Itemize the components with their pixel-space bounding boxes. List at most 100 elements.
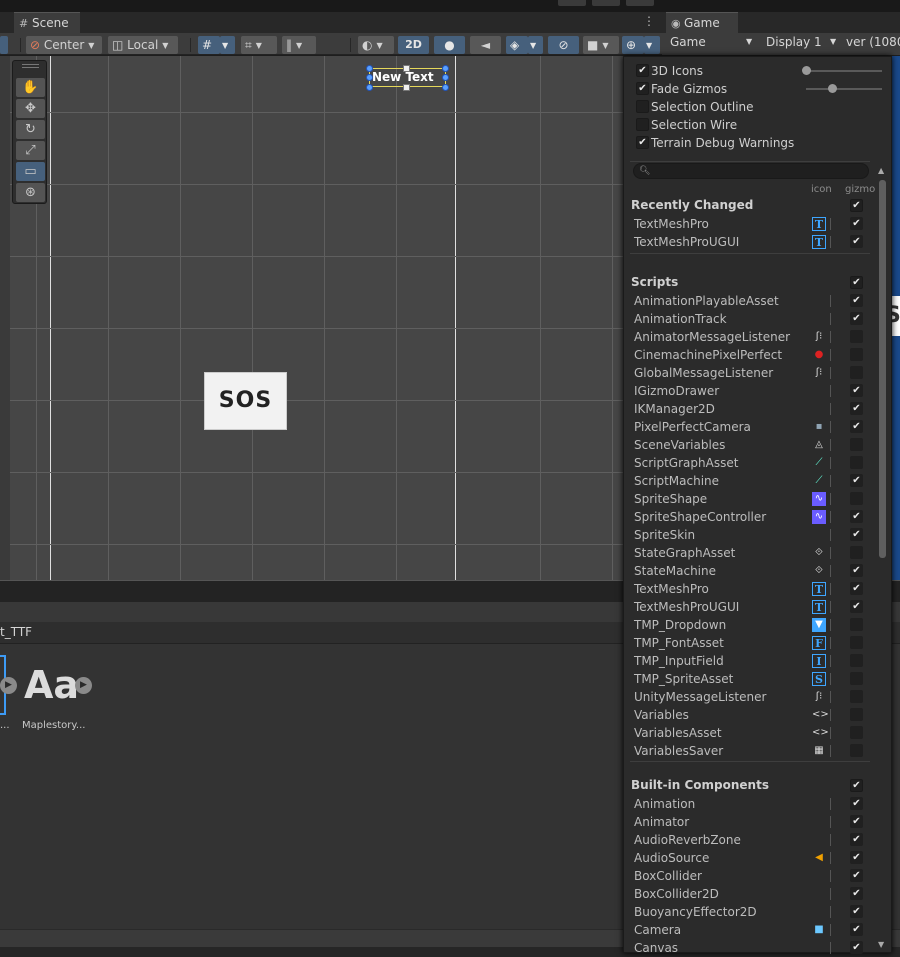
gizmo-row[interactable]: TMP_InputField I bbox=[624, 652, 873, 670]
gizmo-checkbox[interactable] bbox=[850, 618, 863, 631]
gizmo-checkbox[interactable]: ✔ bbox=[850, 384, 863, 397]
gizmo-checkbox[interactable] bbox=[850, 366, 863, 379]
gizmo-row[interactable]: Camera ■ ✔ bbox=[624, 921, 873, 939]
grid-snap-button[interactable]: # bbox=[198, 36, 220, 54]
gizmo-row[interactable]: VariablesAsset <> bbox=[624, 724, 873, 742]
gizmo-checkbox[interactable] bbox=[850, 708, 863, 721]
more-options-icon[interactable]: ⋮ bbox=[643, 14, 657, 28]
gizmo-option[interactable]: ✔ Fade Gizmos bbox=[634, 80, 804, 98]
gizmo-checkbox[interactable]: ✔ bbox=[850, 905, 863, 918]
scroll-up-icon[interactable]: ▲ bbox=[878, 166, 884, 175]
slider-knob[interactable] bbox=[802, 66, 811, 75]
gizmo-row[interactable]: TextMeshPro T ✔ bbox=[624, 580, 873, 598]
gizmo-search-input[interactable]: 🔍︎ bbox=[633, 163, 869, 179]
gizmo-row[interactable]: SpriteShapeController ∿ ✔ bbox=[624, 508, 873, 526]
corner-handle[interactable] bbox=[442, 65, 449, 72]
gizmo-checkbox[interactable]: ✔ bbox=[850, 312, 863, 325]
font-asset-tile[interactable]: Aa bbox=[24, 663, 79, 707]
checkbox[interactable] bbox=[636, 118, 649, 131]
gizmo-row[interactable]: IKManager2D ✔ bbox=[624, 400, 873, 418]
gizmo-row[interactable]: AnimatorMessageListener ʃ⁝ bbox=[624, 328, 873, 346]
scroll-thumb[interactable] bbox=[879, 180, 886, 558]
hand-tool-button[interactable]: ✋ bbox=[16, 78, 45, 97]
corner-handle[interactable] bbox=[442, 84, 449, 91]
gizmo-checkbox[interactable]: ✔ bbox=[850, 797, 863, 810]
gizmo-checkbox[interactable]: ✔ bbox=[850, 815, 863, 828]
gizmo-checkbox[interactable]: ✔ bbox=[850, 510, 863, 523]
gizmo-row[interactable]: SceneVariables ◬ bbox=[624, 436, 873, 454]
icon-size-slider[interactable] bbox=[806, 70, 882, 72]
edge-handle[interactable] bbox=[366, 74, 373, 81]
game-view-dropdown[interactable]: Game ▼ bbox=[666, 33, 754, 55]
gizmo-option[interactable]: ✔ Terrain Debug Warnings bbox=[634, 134, 804, 152]
edge-handle[interactable] bbox=[403, 84, 410, 91]
gizmos-toggle[interactable]: ⊕ bbox=[622, 36, 644, 54]
gizmo-row[interactable]: TextMeshPro T ✔ bbox=[624, 215, 873, 233]
gizmo-checkbox[interactable] bbox=[850, 654, 863, 667]
gizmo-row[interactable]: TMP_SpriteAsset S bbox=[624, 670, 873, 688]
camera-settings-dropdown[interactable]: ■ ▼ bbox=[583, 36, 619, 54]
drag-handle[interactable] bbox=[22, 64, 39, 68]
section-checkbox[interactable]: ✔ bbox=[850, 779, 863, 792]
gizmo-option[interactable]: Selection Outline bbox=[634, 98, 804, 116]
gizmo-checkbox[interactable]: ✔ bbox=[850, 941, 863, 954]
effects-toggle[interactable]: ◈ bbox=[506, 36, 528, 54]
gizmo-checkbox[interactable] bbox=[850, 546, 863, 559]
edge-handle[interactable] bbox=[403, 65, 410, 72]
corner-handle[interactable] bbox=[366, 84, 373, 91]
tab-scene[interactable]: # Scene bbox=[14, 12, 80, 33]
tab-game[interactable]: ◉ Game bbox=[666, 12, 738, 33]
gizmo-checkbox[interactable] bbox=[850, 492, 863, 505]
gizmo-checkbox[interactable] bbox=[850, 726, 863, 739]
gizmo-checkbox[interactable] bbox=[850, 744, 863, 757]
sos-sprite[interactable]: SOS bbox=[204, 372, 287, 430]
gizmo-option[interactable]: ✔ 3D Icons bbox=[634, 62, 804, 80]
gizmo-checkbox[interactable]: ✔ bbox=[850, 851, 863, 864]
checkbox[interactable]: ✔ bbox=[636, 136, 649, 149]
edge-handle[interactable] bbox=[442, 74, 449, 81]
gizmo-checkbox[interactable]: ✔ bbox=[850, 564, 863, 577]
gizmo-checkbox[interactable]: ✔ bbox=[850, 402, 863, 415]
transform-tool-button[interactable]: ⊛ bbox=[16, 183, 45, 202]
display-dropdown[interactable]: Display 1 ▼ bbox=[762, 33, 840, 55]
gizmo-row[interactable]: PixelPerfectCamera ▪ ✔ bbox=[624, 418, 873, 436]
section-checkbox[interactable]: ✔ bbox=[850, 199, 863, 212]
move-tool-button[interactable]: ✥ bbox=[16, 99, 45, 118]
gizmo-row[interactable]: Variables <> bbox=[624, 706, 873, 724]
checkbox[interactable] bbox=[636, 100, 649, 113]
grid-snap-dropdown[interactable]: ▼ bbox=[220, 36, 235, 54]
lighting-toggle[interactable]: ● bbox=[434, 36, 465, 54]
gizmo-row[interactable]: SpriteShape ∿ bbox=[624, 490, 873, 508]
corner-handle[interactable] bbox=[366, 65, 373, 72]
slider-knob[interactable] bbox=[828, 84, 837, 93]
play-preview-icon[interactable]: ▶ bbox=[75, 677, 92, 694]
gizmo-checkbox[interactable] bbox=[850, 438, 863, 451]
gizmo-row[interactable]: AudioReverbZone ✔ bbox=[624, 831, 873, 849]
gizmo-row[interactable]: AudioSource ◀ ✔ bbox=[624, 849, 873, 867]
gizmo-row[interactable]: StateGraphAsset ⟐ bbox=[624, 544, 873, 562]
gizmo-row[interactable]: TMP_Dropdown ▼ bbox=[624, 616, 873, 634]
2d-toggle[interactable]: 2D bbox=[398, 36, 429, 54]
play-preview-icon[interactable]: ▶ bbox=[0, 677, 17, 694]
checkbox[interactable]: ✔ bbox=[636, 64, 649, 77]
section-checkbox[interactable]: ✔ bbox=[850, 276, 863, 289]
play-button[interactable] bbox=[558, 0, 586, 6]
scene-view[interactable] bbox=[10, 56, 625, 580]
gizmo-row[interactable]: StateMachine ⟐ ✔ bbox=[624, 562, 873, 580]
gizmo-row[interactable]: CinemachinePixelPerfect ● bbox=[624, 346, 873, 364]
gizmo-row[interactable]: TMP_FontAsset F bbox=[624, 634, 873, 652]
gizmo-row[interactable]: GlobalMessageListener ʃ⁝ bbox=[624, 364, 873, 382]
space-dropdown[interactable]: ◫ Local ▼ bbox=[108, 36, 178, 54]
gizmo-checkbox[interactable] bbox=[850, 672, 863, 685]
gizmo-checkbox[interactable]: ✔ bbox=[850, 474, 863, 487]
grid-visibility-button[interactable]: ‖ ▼ bbox=[282, 36, 316, 54]
gizmo-row[interactable]: VariablesSaver ▦ bbox=[624, 742, 873, 760]
gizmo-checkbox[interactable]: ✔ bbox=[850, 294, 863, 307]
gizmo-row[interactable]: SpriteSkin ✔ bbox=[624, 526, 873, 544]
gizmo-checkbox[interactable]: ✔ bbox=[850, 600, 863, 613]
gizmo-checkbox[interactable]: ✔ bbox=[850, 217, 863, 230]
effects-dropdown[interactable]: ▼ bbox=[528, 36, 543, 54]
gizmo-row[interactable]: BuoyancyEffector2D ✔ bbox=[624, 903, 873, 921]
gizmo-row[interactable]: BoxCollider ✔ bbox=[624, 867, 873, 885]
gizmo-checkbox[interactable]: ✔ bbox=[850, 420, 863, 433]
